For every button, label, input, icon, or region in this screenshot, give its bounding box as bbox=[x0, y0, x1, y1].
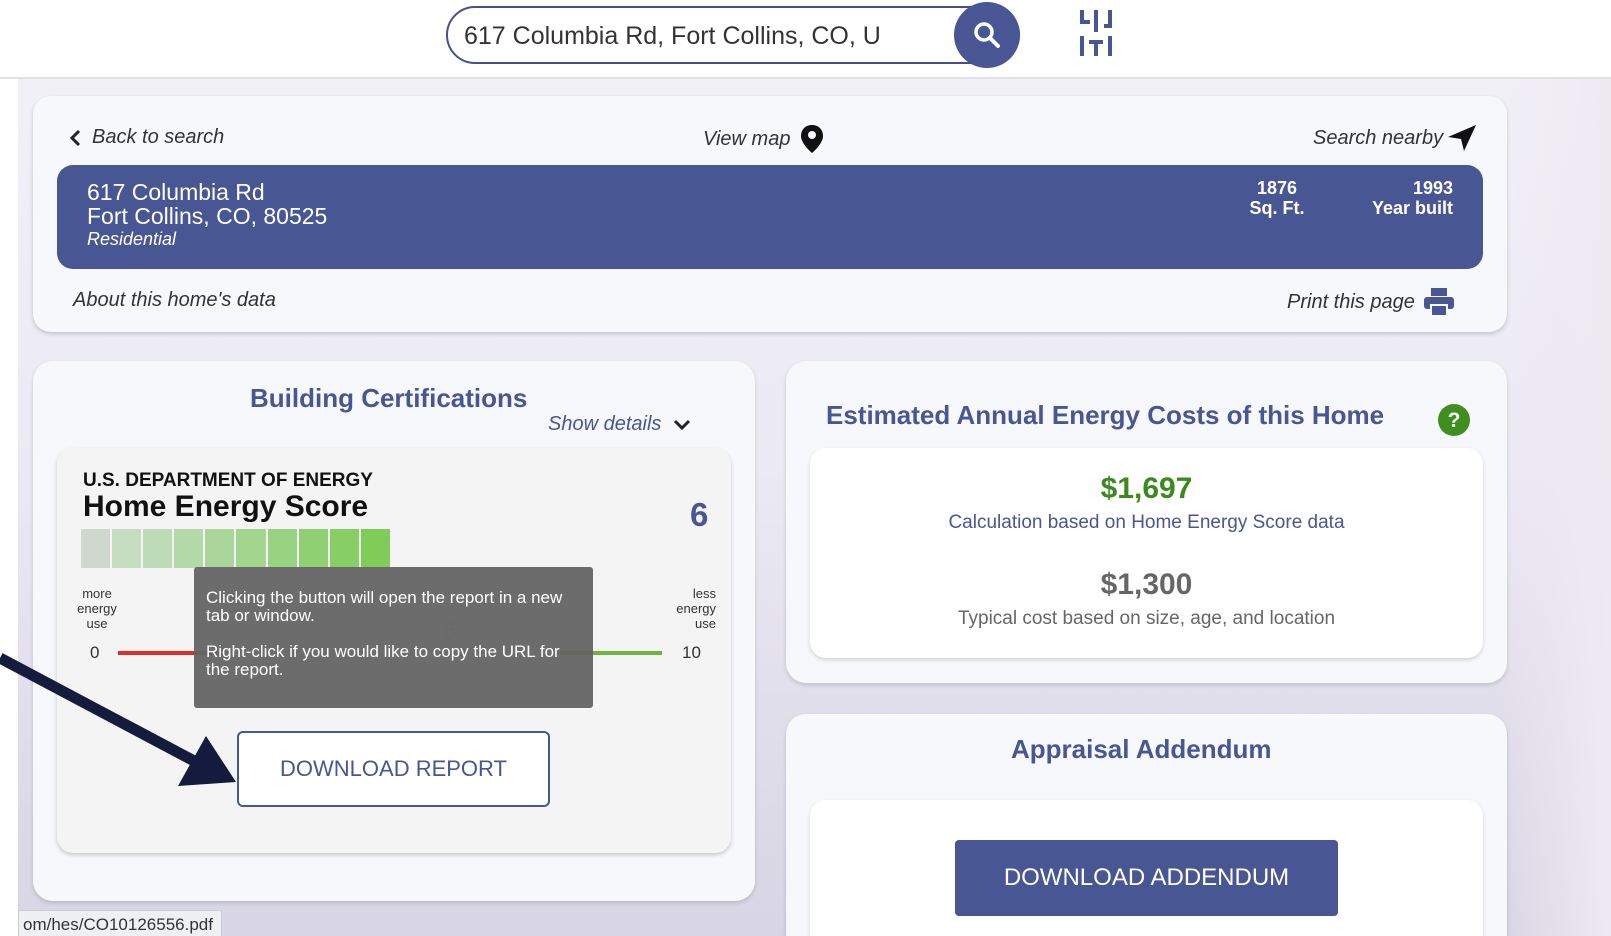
hes-cost-description: Calculation based on Home Energy Score d… bbox=[948, 512, 1345, 533]
page-right-background bbox=[1500, 79, 1611, 936]
help-icon[interactable]: ? bbox=[1438, 404, 1470, 436]
print-page-link[interactable]: Print this page bbox=[1287, 287, 1455, 317]
scale-max-label: 10 bbox=[682, 643, 701, 662]
location-arrow-icon bbox=[1448, 125, 1477, 151]
download-report-tooltip: Clicking the button will open the report… bbox=[194, 567, 593, 708]
energy-score-segment bbox=[236, 529, 266, 568]
about-home-data-link[interactable]: About this home's data bbox=[73, 289, 276, 312]
energy-costs-title: Estimated Annual Energy Costs of this Ho… bbox=[826, 400, 1385, 430]
print-page-label: Print this page bbox=[1287, 290, 1415, 313]
sqft-stat: 1876 Sq. Ft. bbox=[1237, 178, 1317, 218]
tooltip-line-2: Right-click if you would like to copy th… bbox=[206, 642, 560, 679]
property-summary-band: 617 Columbia Rd Fort Collins, CO, 80525 … bbox=[57, 165, 1483, 269]
energy-score-segment bbox=[267, 529, 297, 568]
energy-score-segment bbox=[329, 529, 359, 568]
map-pin-icon bbox=[801, 125, 824, 153]
energy-score-segment bbox=[360, 529, 390, 568]
status-bar-url: om/hes/CO10126556.pdf bbox=[18, 910, 222, 936]
typical-cost-description: Typical cost based on size, age, and loc… bbox=[957, 608, 1336, 629]
download-report-button[interactable]: DOWNLOAD REPORT bbox=[237, 731, 550, 807]
year-built-stat: 1993 Year built bbox=[1353, 178, 1453, 218]
address-search-input[interactable] bbox=[464, 18, 924, 54]
year-built-value: 1993 bbox=[1412, 178, 1453, 198]
home-energy-score-value: 6 bbox=[690, 496, 709, 533]
view-map-label: View map bbox=[703, 127, 791, 150]
more-energy-use-label: more energy use bbox=[77, 586, 117, 631]
building-certifications-title: Building Certifications bbox=[250, 383, 528, 413]
energy-score-segment bbox=[112, 529, 142, 568]
sqft-value: 1876 bbox=[1256, 178, 1298, 198]
less-energy-use-label: less energy use bbox=[676, 586, 716, 631]
property-city-line: Fort Collins, CO, 80525 bbox=[87, 203, 328, 229]
page-left-edge bbox=[0, 79, 18, 936]
energy-score-segment bbox=[205, 529, 235, 568]
year-built-label: Year built bbox=[1371, 198, 1453, 218]
energy-score-segment bbox=[143, 529, 173, 568]
address-search-box[interactable] bbox=[446, 2, 1020, 68]
energy-score-bar bbox=[81, 529, 390, 568]
show-details-label: Show details bbox=[548, 413, 662, 435]
energy-score-segment bbox=[81, 529, 111, 568]
typical-annual-cost: $1,300 bbox=[1100, 568, 1193, 601]
doe-agency-label: U.S. DEPARTMENT OF ENERGY bbox=[83, 470, 373, 491]
back-to-search-label: Back to search bbox=[92, 126, 225, 148]
download-addendum-button[interactable]: DOWNLOAD ADDENDUM bbox=[955, 840, 1338, 916]
home-energy-score-title: Home Energy Score bbox=[83, 490, 369, 523]
search-button[interactable] bbox=[954, 2, 1020, 68]
printer-icon bbox=[1423, 288, 1454, 317]
property-type: Residential bbox=[87, 229, 177, 249]
view-map-link[interactable]: View map bbox=[703, 124, 824, 154]
chevron-down-icon bbox=[674, 419, 691, 430]
annotation-arrow bbox=[0, 653, 236, 786]
hes-annual-cost: $1,697 bbox=[1100, 472, 1193, 505]
show-details-toggle[interactable]: Show details bbox=[548, 413, 691, 436]
property-street: 617 Columbia Rd bbox=[87, 179, 265, 205]
search-nearby-link[interactable]: Search nearby bbox=[1313, 124, 1477, 152]
energy-costs-panel: $1,697 Calculation based on Home Energy … bbox=[810, 448, 1483, 658]
energy-score-segment bbox=[174, 529, 204, 568]
sqft-label: Sq. Ft. bbox=[1249, 198, 1305, 218]
back-to-search-link[interactable]: Back to search bbox=[68, 126, 224, 149]
search-nearby-label: Search nearby bbox=[1313, 126, 1444, 149]
tooltip-line-1: Clicking the button will open the report… bbox=[206, 588, 563, 625]
sliders-icon[interactable] bbox=[1076, 6, 1118, 58]
energy-score-segment bbox=[298, 529, 328, 568]
search-icon bbox=[974, 22, 1000, 48]
svg-text:?: ? bbox=[1448, 409, 1461, 432]
appraisal-addendum-title: Appraisal Addendum bbox=[1011, 734, 1272, 764]
chevron-left-icon bbox=[69, 129, 81, 146]
